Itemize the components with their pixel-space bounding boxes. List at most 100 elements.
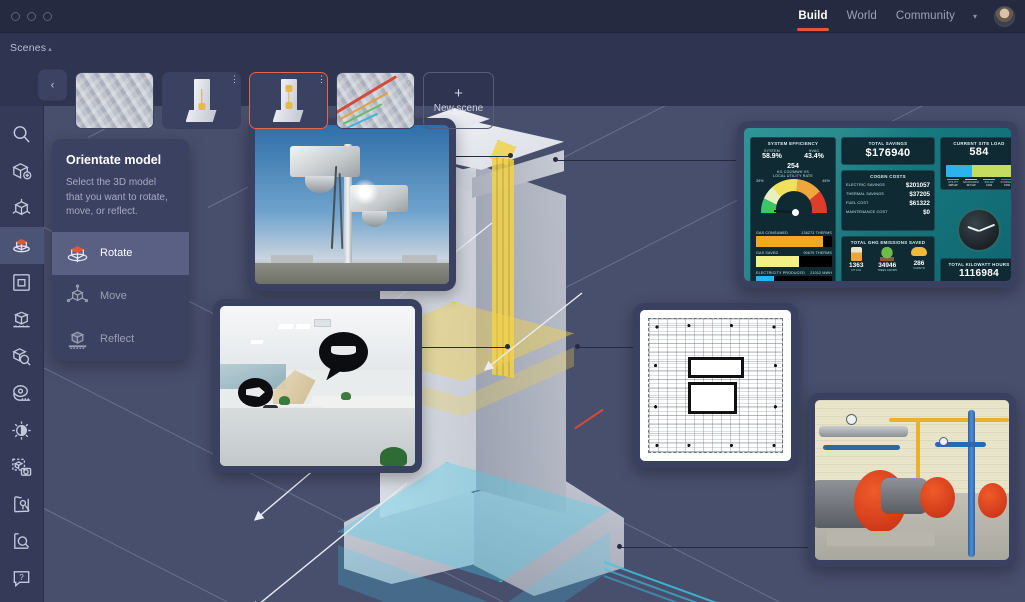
- office-ceiling: [220, 306, 415, 370]
- panel-option-reflect[interactable]: Reflect: [52, 318, 189, 361]
- tool-scale-model[interactable]: [0, 301, 44, 338]
- office-plant-2: [340, 392, 351, 401]
- window-controls[interactable]: [11, 11, 52, 21]
- tool-orientate-model[interactable]: [0, 227, 44, 264]
- efficiency-metric-hvac-value: 43.4%: [804, 152, 824, 160]
- new-scene-label: New scene: [433, 102, 484, 114]
- ghg-title: Total GHG emissions saved: [850, 239, 926, 245]
- scene-thumb-2[interactable]: ⋮: [162, 72, 241, 129]
- map-pin-icon: [14, 496, 30, 513]
- direction-arrow-5: [239, 481, 409, 602]
- tool-sun-study[interactable]: [0, 412, 44, 449]
- plan-inspect-icon: [14, 533, 30, 549]
- panel-option-rotate-label: Rotate: [100, 247, 133, 259]
- card-floor-plan[interactable]: [633, 303, 798, 468]
- scene-thumb-4-menu[interactable]: ⋮: [404, 75, 413, 84]
- orientate-model-panel: Orientate model Select the 3D model that…: [52, 139, 189, 361]
- card-boiler-room[interactable]: [808, 393, 1016, 567]
- tool-plan-inspect[interactable]: [0, 523, 44, 560]
- legend-storage: Storage 0 kW: [998, 179, 1011, 187]
- office-photo: [220, 306, 415, 466]
- scene-thumb-2-art: [163, 73, 240, 128]
- yellow-gas-pipe-horizontal: [888, 417, 1009, 422]
- pressure-gauge-2: [939, 436, 949, 446]
- card-office-interior[interactable]: [213, 299, 422, 473]
- tool-help[interactable]: ?: [0, 560, 44, 597]
- efficiency-gauge: [761, 179, 827, 216]
- roof-rail-right: [402, 255, 438, 264]
- scene-thumb-1[interactable]: [75, 72, 154, 129]
- tool-add-model[interactable]: [0, 153, 44, 190]
- efficiency-metric-system-value: 58.9%: [762, 152, 782, 160]
- camera-housing-upper: [289, 145, 360, 178]
- car-icon: [911, 247, 927, 256]
- window-maximize-icon[interactable]: [43, 11, 52, 21]
- energy-dashboard: System efficiency System 58.9% HVAC 43.4…: [744, 128, 1011, 281]
- chevron-down-icon[interactable]: ▾: [973, 12, 977, 21]
- tool-measure[interactable]: [0, 375, 44, 412]
- scene-thumb-3-menu[interactable]: ⋮: [317, 75, 326, 84]
- ghg-car-caption: Cars/yr: [913, 267, 925, 270]
- system-efficiency-panel: System efficiency System 58.9% HVAC 43.4…: [750, 137, 836, 281]
- gas-saved-label: Gas saved: [756, 251, 779, 255]
- connector-node-podium: [617, 544, 622, 549]
- measure-tape-icon: [13, 385, 31, 401]
- inspect-model-icon: [12, 348, 31, 366]
- ghg-item-stack: 1363 MT CO2: [849, 247, 863, 272]
- cogen-costs-panel: Cogen costs Electric savings $201057 The…: [841, 170, 935, 231]
- dial-hand-short: [967, 225, 980, 232]
- tool-search[interactable]: [0, 116, 44, 153]
- ceiling-light-2: [295, 323, 311, 329]
- legend-storage-value: 0 kW: [1003, 184, 1011, 188]
- current-site-load-panel: Current site load 584 Utility 238 kW: [940, 137, 1011, 190]
- panel-option-move[interactable]: Move: [52, 275, 189, 318]
- cogen-row-3-value: $0: [923, 208, 930, 216]
- tool-snapshot[interactable]: [0, 449, 44, 486]
- scenes-collapse-button[interactable]: ‹: [38, 69, 67, 101]
- gas-saved-value: 90679 THERMS: [803, 251, 832, 255]
- nav-item-community[interactable]: Community: [895, 1, 956, 32]
- site-load-segment-utility: [946, 165, 972, 177]
- panel-option-rotate[interactable]: Rotate: [52, 231, 189, 275]
- roof-rail-left: [270, 255, 314, 264]
- new-scene-button[interactable]: + New scene: [423, 72, 494, 129]
- tool-align-model[interactable]: [0, 264, 44, 301]
- system-efficiency-title: System efficiency: [767, 140, 819, 146]
- tool-inspect-model[interactable]: [0, 338, 44, 375]
- chevron-up-icon[interactable]: ▴: [48, 46, 52, 53]
- scene-thumb-4[interactable]: ⋮: [336, 72, 415, 129]
- callout-camera-icon-2: [245, 387, 265, 397]
- tool-map-pin[interactable]: [0, 486, 44, 523]
- efficiency-metric-system-label: System: [764, 148, 780, 153]
- boiler-burner-2: [919, 476, 955, 519]
- window-close-icon[interactable]: [11, 11, 20, 21]
- ghg-stack-caption: MT CO2: [851, 269, 862, 272]
- tool-transform-model[interactable]: [0, 190, 44, 227]
- dial-hand-long: [978, 223, 996, 232]
- window-minimize-icon[interactable]: [27, 11, 36, 21]
- scene-thumb-3[interactable]: ⋮: [249, 72, 328, 129]
- total-savings-panel: Total savings $176940: [841, 137, 935, 165]
- avatar[interactable]: [994, 5, 1015, 27]
- gauge-unit-line2: local utility rate: [773, 173, 813, 178]
- site-load-legend: Utility 238 kW Microgrid 347 kW Solar 0 …: [944, 179, 1011, 187]
- roof-parapet: [255, 263, 449, 284]
- card-boiler-room-image: [815, 400, 1009, 560]
- scale-model-icon: [13, 311, 30, 328]
- card-energy-dashboard[interactable]: System efficiency System 58.9% HVAC 43.4…: [737, 121, 1018, 288]
- ghg-item-tree: 34946 Trees grown: [877, 247, 897, 272]
- camera-callout-bubble-small[interactable]: [237, 378, 273, 407]
- connector-to-floorplan: [578, 347, 636, 349]
- camera-dome-lower: [361, 210, 387, 227]
- thumb-floorplate-marker: [285, 102, 292, 109]
- card-rooftop-cameras[interactable]: [248, 118, 456, 291]
- nav-item-world[interactable]: World: [846, 1, 878, 32]
- ghg-item-car: 286 Cars/yr: [911, 247, 927, 272]
- orientate-model-icon: [13, 238, 30, 253]
- camera-callout-bubble-large[interactable]: [319, 331, 369, 381]
- scene-thumb-2-menu[interactable]: ⋮: [230, 75, 239, 84]
- ghg-stack-value: 1363: [848, 262, 864, 269]
- legend-microgrid-value: 347 kW: [966, 184, 976, 188]
- nav-item-build[interactable]: Build: [797, 1, 829, 32]
- connector-node-roof-right: [553, 157, 558, 162]
